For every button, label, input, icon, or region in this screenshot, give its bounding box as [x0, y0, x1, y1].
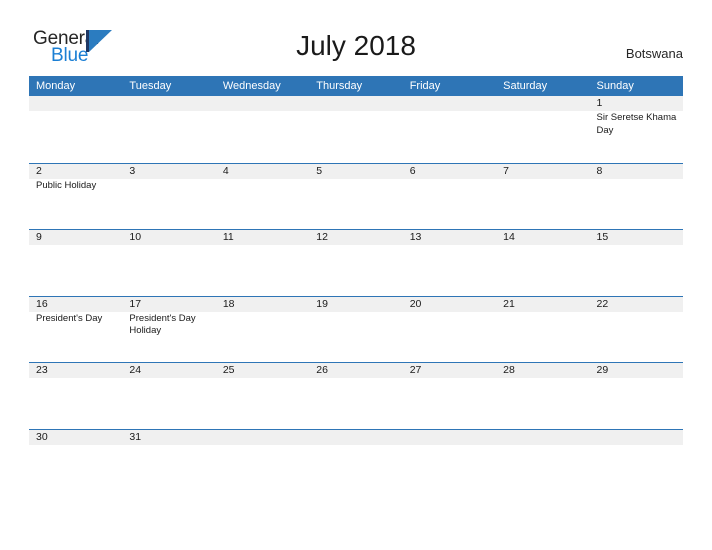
- day-cell[interactable]: 3: [122, 164, 215, 230]
- day-number: 9: [36, 231, 42, 243]
- day-cell[interactable]: [122, 96, 215, 163]
- weekday-header-friday: Friday: [409, 80, 441, 92]
- day-cell[interactable]: 12: [309, 230, 402, 296]
- calendar-week-row: 30 31: [29, 428, 683, 496]
- day-cell[interactable]: 19: [309, 297, 402, 363]
- day-number: 6: [409, 164, 416, 177]
- day-cell[interactable]: 10: [122, 230, 215, 296]
- day-number: 1: [596, 97, 603, 109]
- weekday-header-sunday: Sunday: [596, 80, 634, 92]
- day-cell[interactable]: 29: [590, 363, 683, 429]
- day-cell[interactable]: 22: [590, 297, 683, 363]
- day-cell[interactable]: 18: [216, 297, 309, 363]
- day-cell[interactable]: [309, 96, 402, 163]
- day-cell[interactable]: 1 Sir Seretse Khama Day: [590, 96, 683, 163]
- day-cell[interactable]: [309, 430, 402, 496]
- day-number: 15: [596, 231, 609, 243]
- day-number: 4: [222, 164, 229, 177]
- day-cell[interactable]: [216, 430, 309, 496]
- day-event: President's Day: [36, 312, 103, 324]
- day-number: 31: [129, 430, 142, 443]
- country-label: Botswana: [625, 46, 683, 61]
- day-cell[interactable]: 28: [496, 363, 589, 429]
- day-number: 8: [596, 164, 603, 177]
- day-event: Public Holiday: [36, 179, 97, 191]
- calendar-week-row: 1 Sir Seretse Khama Day: [29, 96, 683, 163]
- day-number: 30: [36, 430, 48, 443]
- day-number: 22: [596, 297, 609, 310]
- day-cell[interactable]: 2 Public Holiday: [29, 164, 122, 230]
- day-cell[interactable]: 27: [403, 363, 496, 429]
- day-cell[interactable]: 8: [590, 164, 683, 230]
- calendar-grid: Monday Tuesday Wednesday Thursday Friday…: [29, 76, 683, 495]
- calendar-week-row: 16 President's Day 17 President's Day Holi…: [29, 295, 683, 363]
- day-number: 17: [129, 297, 142, 310]
- day-number: 2: [36, 164, 42, 177]
- day-number: 29: [596, 364, 609, 376]
- day-number: 18: [222, 297, 235, 310]
- day-number: 10: [129, 231, 142, 243]
- day-number: 20: [409, 297, 422, 310]
- day-number: 13: [409, 231, 422, 243]
- day-number: 16: [36, 297, 48, 310]
- day-cell[interactable]: [496, 96, 589, 163]
- day-cell[interactable]: [590, 430, 683, 496]
- calendar-page: General Blue July 2018 Botswana Monday T…: [0, 0, 712, 550]
- day-cell[interactable]: 26: [309, 363, 402, 429]
- day-number: 27: [409, 364, 422, 376]
- day-cell[interactable]: 24: [122, 363, 215, 429]
- day-cell[interactable]: 20: [403, 297, 496, 363]
- day-cell[interactable]: 7: [496, 164, 589, 230]
- day-cell[interactable]: 23: [29, 363, 122, 429]
- day-cell[interactable]: 4: [216, 164, 309, 230]
- day-number: 26: [316, 364, 328, 376]
- day-event: Sir Seretse Khama Day: [596, 112, 677, 136]
- day-cell[interactable]: 21: [496, 297, 589, 363]
- day-number: 12: [316, 231, 328, 243]
- day-cell[interactable]: 16 President's Day: [29, 297, 122, 363]
- calendar-week-row: 23 24 25 26 27 28 29: [29, 362, 683, 429]
- day-number: 5: [316, 164, 323, 177]
- day-cell[interactable]: [29, 96, 122, 163]
- weekday-header-saturday: Saturday: [503, 80, 548, 92]
- page-title: July 2018: [296, 30, 416, 61]
- day-number: 7: [503, 164, 509, 177]
- day-cell[interactable]: [496, 430, 589, 496]
- page-header: General Blue July 2018 Botswana: [0, 0, 712, 76]
- day-cell[interactable]: 6: [403, 164, 496, 230]
- day-number: 23: [36, 364, 48, 376]
- calendar-week-row: 2 Public Holiday 3 4 5 6 7 8: [29, 162, 683, 230]
- day-cell[interactable]: 25: [216, 363, 309, 429]
- weekday-header-monday: Monday: [36, 80, 76, 92]
- day-cell[interactable]: 15: [590, 230, 683, 296]
- day-cell[interactable]: [216, 96, 309, 163]
- day-cell[interactable]: [403, 96, 496, 163]
- day-event: President's Day Holiday: [129, 312, 196, 337]
- day-number: 14: [503, 231, 515, 243]
- day-cell[interactable]: [403, 430, 496, 496]
- weekday-header-row: Monday Tuesday Wednesday Thursday Friday…: [29, 76, 683, 96]
- weekday-header-wednesday: Wednesday: [222, 80, 281, 92]
- day-cell[interactable]: 11: [216, 230, 309, 296]
- day-number: 28: [503, 364, 515, 376]
- day-cell[interactable]: 14: [496, 230, 589, 296]
- weekday-header-thursday: Thursday: [316, 80, 363, 92]
- weekday-header-tuesday: Tuesday: [129, 80, 172, 92]
- day-cell[interactable]: 5: [309, 164, 402, 230]
- day-cell[interactable]: 30: [29, 430, 122, 496]
- day-cell[interactable]: 31: [122, 430, 215, 496]
- day-number: 11: [222, 231, 234, 243]
- day-cell[interactable]: 13: [403, 230, 496, 296]
- day-number: 19: [316, 297, 328, 310]
- day-cell[interactable]: 9: [29, 230, 122, 296]
- calendar-week-row: 9 10 11 12 13 14 15: [29, 229, 683, 296]
- day-number: 24: [129, 364, 142, 376]
- day-cell[interactable]: 17 President's Day Holiday: [122, 297, 215, 363]
- day-number: 25: [222, 364, 235, 376]
- day-number: 21: [503, 297, 515, 310]
- day-number: 3: [129, 164, 136, 177]
